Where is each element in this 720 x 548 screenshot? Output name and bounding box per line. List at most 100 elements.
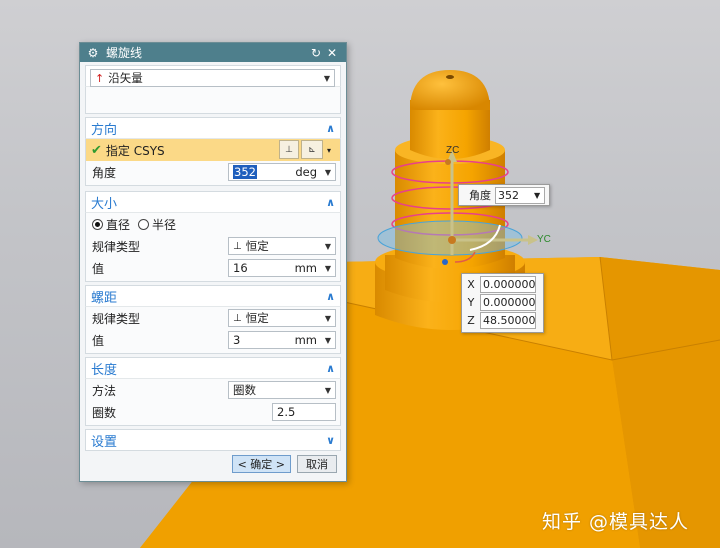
direction-section-header[interactable]: 方向 ∧ xyxy=(85,117,341,138)
pitch-section-header[interactable]: 螺距 ∧ xyxy=(85,285,341,306)
size-radio-row: 直径 半径 xyxy=(86,213,340,235)
radio-diameter[interactable]: 直径 xyxy=(92,216,130,233)
angle-input[interactable]: 352 deg ▼ xyxy=(228,163,336,181)
turns-input[interactable]: 2.5 xyxy=(272,403,336,421)
size-value-input[interactable]: 16 mm ▼ xyxy=(228,259,336,277)
type-dropdown-value: 沿矢量 xyxy=(108,71,143,85)
helix-dialog: ⚙ 螺旋线 ↻ ✕ 类型 ∧ ↑ 沿矢量 ▼ 方向 ∧ ✔ 指定 CSYS ⊥ xyxy=(79,42,347,482)
pitch-unit: mm xyxy=(294,333,317,347)
radio-dot-selected xyxy=(92,218,103,230)
length-method-dropdown[interactable]: 圈数 ▼ xyxy=(228,381,336,399)
pitch-value-row: 值 3 mm ▼ xyxy=(86,329,340,351)
length-method-value: 圈数 xyxy=(233,383,256,397)
coordinate-popup: X 0.0000000 Y 0.0000000 Z 48.500000 xyxy=(461,273,544,333)
settings-section-header[interactable]: 设置 ∨ xyxy=(85,429,341,451)
dialog-title: 螺旋线 xyxy=(106,46,143,60)
specify-csys-label: 指定 CSYS xyxy=(105,143,165,158)
size-law-type-dropdown[interactable]: ⊥ 恒定 ▼ xyxy=(228,237,336,255)
size-law-type-row: 规律类型 ⊥ 恒定 ▼ xyxy=(86,235,340,257)
turns-label: 圈数 xyxy=(92,405,117,420)
chevron-down-icon: ▼ xyxy=(324,385,331,395)
dialog-button-bar: < 确定 > 取消 xyxy=(80,451,346,477)
type-section: 类型 ∧ ↑ 沿矢量 ▼ xyxy=(85,65,341,114)
settings-section: 设置 ∨ xyxy=(85,429,341,451)
watermark: 知乎 @模具达人 xyxy=(542,511,690,533)
coord-axis-label: Z xyxy=(467,313,475,327)
chevron-up-icon: ∧ xyxy=(326,289,335,303)
length-method-row: 方法 圈数 ▼ xyxy=(86,379,340,401)
angle-popup-input[interactable]: 352 ▼ xyxy=(495,186,545,204)
size-unit: mm xyxy=(294,261,317,275)
gear-icon[interactable]: ⚙ xyxy=(86,46,100,60)
angle-label: 角度 xyxy=(92,165,117,180)
size-section-header[interactable]: 大小 ∧ xyxy=(85,191,341,212)
cancel-button[interactable]: 取消 xyxy=(297,455,337,473)
pitch-section: 螺距 ∧ 规律类型 ⊥ 恒定 ▼ 值 3 mm ▼ xyxy=(85,285,341,354)
chevron-down-icon: ▼ xyxy=(324,335,331,345)
vector-arrow-icon: ↑ xyxy=(95,71,105,85)
chevron-down-icon: ▼ xyxy=(324,167,331,177)
chevron-up-icon: ∧ xyxy=(326,195,335,209)
length-section-header[interactable]: 长度 ∧ xyxy=(85,357,341,378)
chevron-down-icon: ▼ xyxy=(323,73,330,83)
radio-diameter-label: 直径 xyxy=(106,217,131,232)
radio-radius[interactable]: 半径 xyxy=(138,216,176,233)
angle-value: 352 xyxy=(233,165,257,179)
coord-z-input[interactable]: 48.500000 xyxy=(480,311,536,329)
size-section-title: 大小 xyxy=(91,196,118,212)
type-dropdown[interactable]: ↑ 沿矢量 ▼ xyxy=(90,69,335,87)
pitch-law-type-label: 规律类型 xyxy=(92,311,141,326)
csys-type-icon[interactable]: ⊾ xyxy=(301,140,323,159)
pitch-value: 3 xyxy=(233,333,241,347)
specify-csys-row[interactable]: ✔ 指定 CSYS ⊥ ⊾ ▾ xyxy=(86,139,340,161)
pitch-law-type-dropdown[interactable]: ⊥ 恒定 ▼ xyxy=(228,309,336,327)
chevron-up-icon: ∧ xyxy=(326,121,335,135)
settings-section-title: 设置 xyxy=(91,434,118,450)
radio-radius-label: 半径 xyxy=(152,217,177,232)
close-icon[interactable]: ✕ xyxy=(324,46,340,60)
coord-y-input[interactable]: 0.0000000 xyxy=(480,293,536,311)
chevron-down-icon: ▼ xyxy=(324,263,331,273)
coord-row-y: Y 0.0000000 xyxy=(462,293,543,311)
chevron-down-icon: ▼ xyxy=(534,190,541,200)
coord-x-input[interactable]: 0.0000000 xyxy=(480,275,536,293)
turns-row: 圈数 2.5 xyxy=(86,401,340,423)
law-constant-icon: ⊥ xyxy=(233,312,242,324)
size-law-type-label: 规律类型 xyxy=(92,239,141,254)
chevron-down-icon[interactable]: ▾ xyxy=(327,146,331,155)
pitch-law-type-row: 规律类型 ⊥ 恒定 ▼ xyxy=(86,307,340,329)
angle-popup: 角度 352 ▼ xyxy=(458,184,550,206)
angle-row: 角度 352 deg ▼ xyxy=(86,161,340,183)
ok-button[interactable]: < 确定 > xyxy=(231,455,291,473)
chevron-down-icon: ▼ xyxy=(324,241,331,251)
angle-popup-label: 角度 xyxy=(469,189,491,202)
chevron-up-icon: ∧ xyxy=(326,361,335,375)
angle-unit: deg xyxy=(295,165,317,179)
length-section: 长度 ∧ 方法 圈数 ▼ 圈数 2.5 xyxy=(85,357,341,426)
axis-label-yc: YC xyxy=(537,234,551,245)
dialog-titlebar[interactable]: ⚙ 螺旋线 ↻ ✕ xyxy=(80,43,346,62)
coord-axis-label: X xyxy=(467,277,475,291)
pitch-value-label: 值 xyxy=(92,333,105,348)
pitch-section-title: 螺距 xyxy=(91,290,118,306)
size-value-row: 值 16 mm ▼ xyxy=(86,257,340,279)
csys-dialog-icon[interactable]: ⊥ xyxy=(279,140,299,159)
coord-row-z: Z 48.500000 xyxy=(462,311,543,329)
length-method-label: 方法 xyxy=(92,383,117,398)
law-constant-icon: ⊥ xyxy=(233,240,242,252)
length-section-title: 长度 xyxy=(91,362,118,378)
chevron-down-icon: ∨ xyxy=(326,433,335,447)
size-value: 16 xyxy=(233,261,248,275)
reset-icon[interactable]: ↻ xyxy=(308,46,324,60)
pitch-value-input[interactable]: 3 mm ▼ xyxy=(228,331,336,349)
angle-popup-value: 352 xyxy=(498,188,519,202)
chevron-down-icon: ▼ xyxy=(324,313,331,323)
checkmark-icon: ✔ xyxy=(91,142,102,158)
direction-section: 方向 ∧ ✔ 指定 CSYS ⊥ ⊾ ▾ 角度 352 deg ▼ xyxy=(85,117,341,186)
direction-section-title: 方向 xyxy=(91,122,118,138)
axis-label-zc: ZC xyxy=(446,145,459,156)
coord-axis-label: Y xyxy=(467,295,475,309)
pitch-law-type-value: 恒定 xyxy=(245,311,269,325)
size-section: 大小 ∧ 直径 半径 规律类型 ⊥ 恒定 ▼ 值 16 mm ▼ xyxy=(85,191,341,282)
size-value-label: 值 xyxy=(92,261,105,276)
